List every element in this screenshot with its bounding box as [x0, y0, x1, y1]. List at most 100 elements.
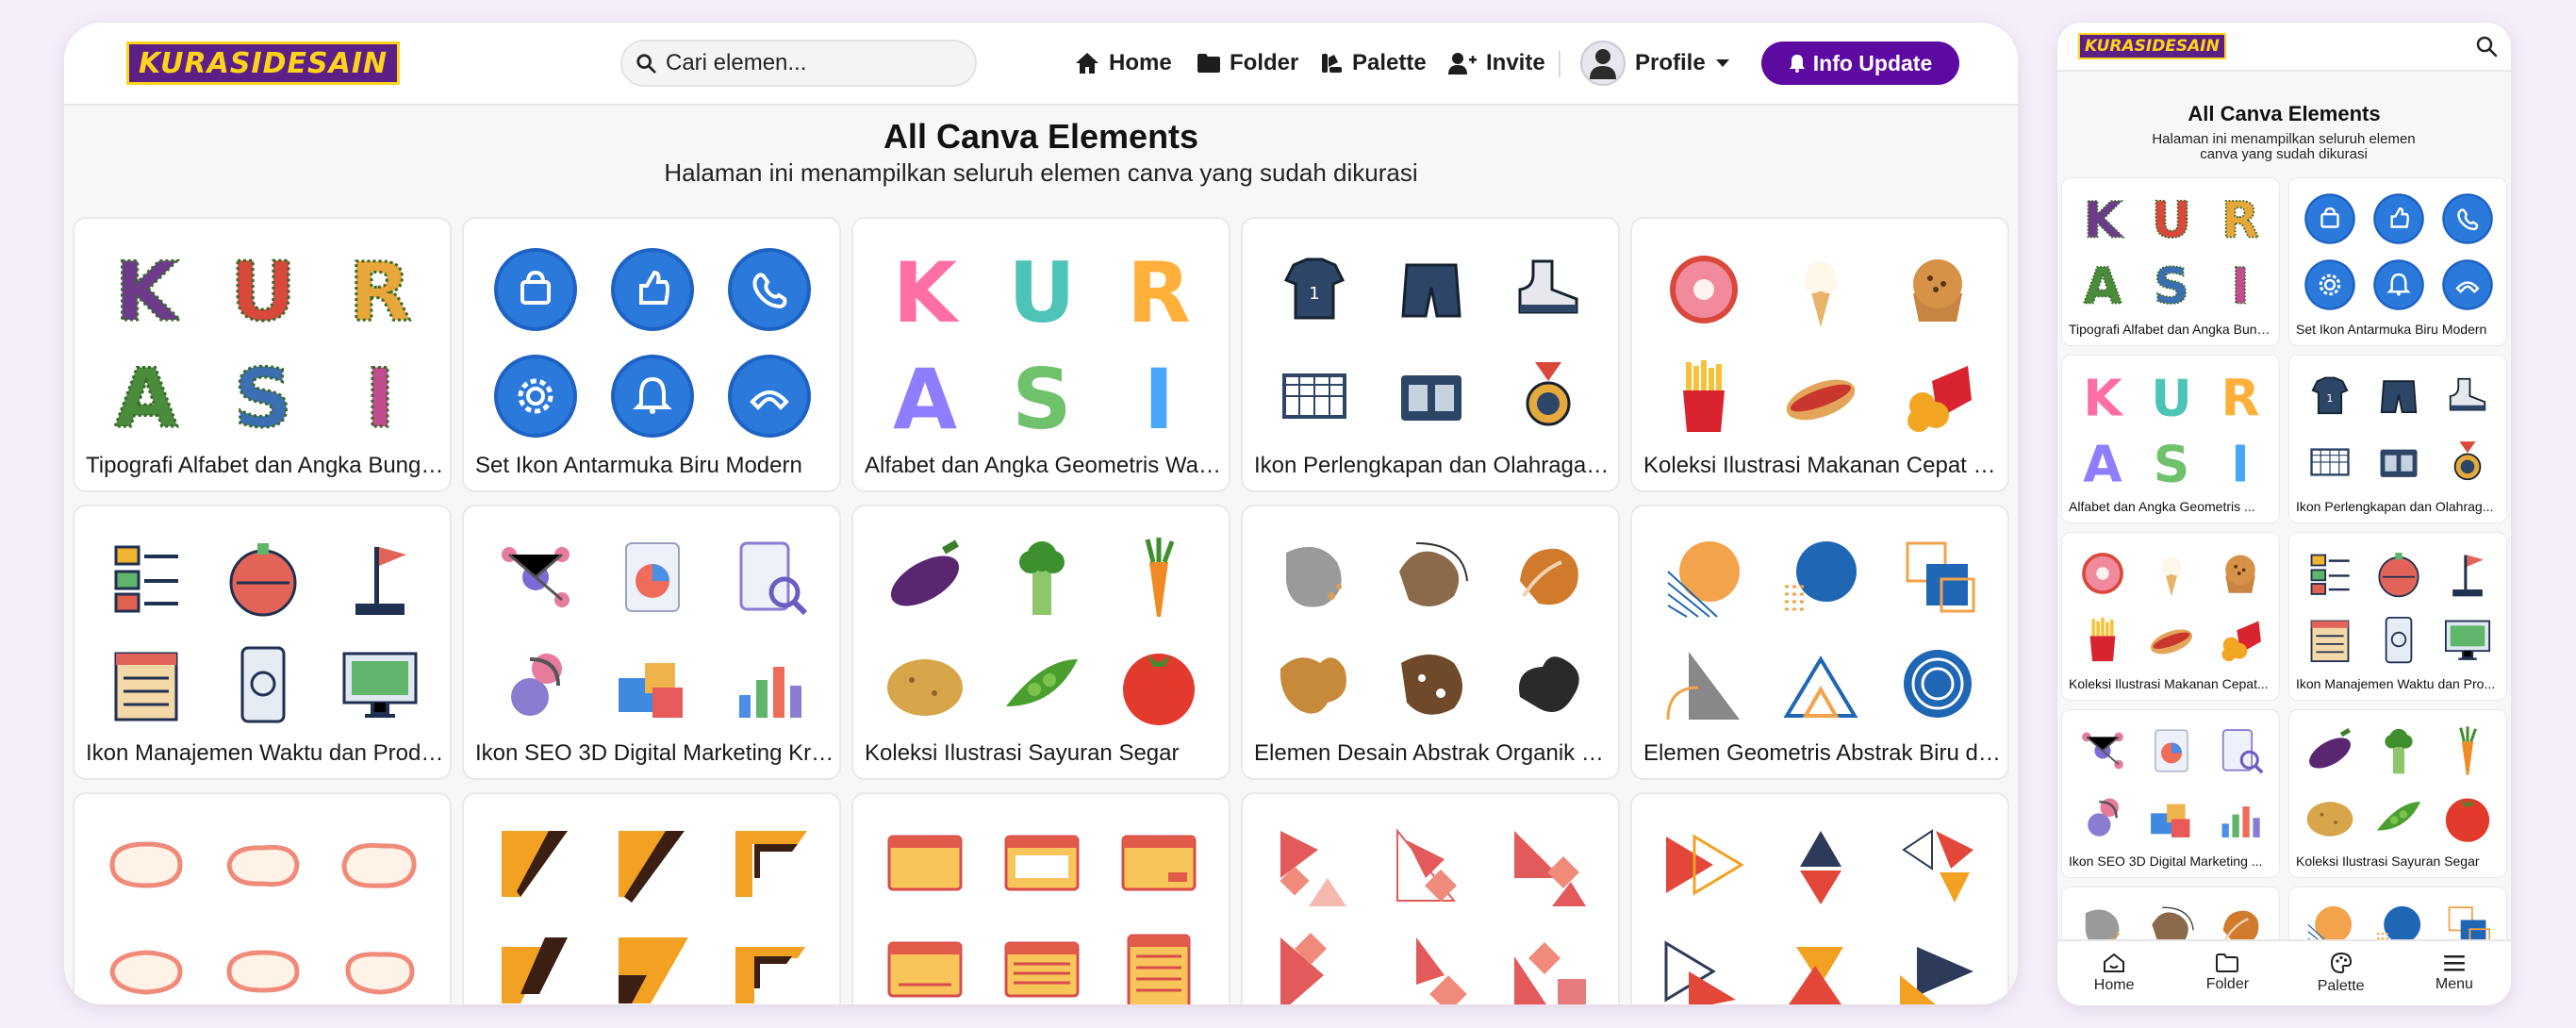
svg-text:R: R	[1127, 246, 1191, 333]
search-bar[interactable]	[620, 40, 977, 87]
nav-palette[interactable]: Palette	[1320, 41, 1427, 85]
element-card[interactable]: Koleksi Ilustrasi Sayuran Segar	[851, 505, 1230, 780]
fastfood-glyph	[1913, 258, 1962, 322]
element-card[interactable]: 1 Ikon Perlengkapan dan Olahrag...	[2288, 355, 2507, 523]
sport-glyph	[2454, 441, 2482, 481]
element-card[interactable]: Ikon Manajemen Waktu dan Pro...	[2288, 532, 2507, 701]
element-card[interactable]: Elemen Geometris Abstrak Biru dan...	[1630, 505, 2009, 780]
veg-glyph	[887, 658, 963, 716]
element-card[interactable]: Ikon SEO 3D Digital Marketing Kreatif	[462, 505, 841, 780]
flower-letter-glyph: I	[2231, 258, 2251, 311]
sport-glyph	[1526, 361, 1571, 425]
seo-glyph	[625, 541, 680, 612]
blue-ui-icon	[2373, 193, 2424, 244]
element-card[interactable]	[462, 792, 841, 1004]
corners-glyph	[735, 830, 807, 897]
chevron-down-icon	[1715, 59, 1729, 67]
card-thumbnail	[2295, 718, 2502, 850]
search-icon[interactable]	[2475, 35, 2498, 58]
card-title: Ikon Perlengkapan dan Olahrag...	[2296, 499, 2494, 514]
svg-text:A: A	[115, 353, 178, 439]
info-update-button[interactable]: Info Update	[1761, 41, 1959, 85]
nav-home[interactable]: Home	[1075, 41, 1172, 85]
palette-icon	[1322, 54, 1342, 73]
seo-glyph	[619, 662, 683, 718]
card-thumbnail	[2295, 540, 2502, 672]
element-card[interactable]: Elemen Desain Abstrak Organik Boho	[1241, 505, 1620, 780]
svg-text:R: R	[349, 246, 411, 333]
element-card[interactable]	[851, 792, 1230, 1004]
bottom-nav-menu-label: Menu	[2435, 976, 2473, 992]
flower-letter-glyph: S	[2153, 258, 2190, 311]
card-thumbnail: KUR ASI	[2068, 363, 2275, 495]
profile-menu[interactable]: Profile	[1580, 41, 1730, 86]
fastfood-glyph	[2150, 629, 2193, 655]
geometric-letter-glyph: A	[2083, 436, 2122, 489]
svg-text:I: I	[2231, 436, 2250, 489]
element-card[interactable]: Ikon SEO 3D Digital Marketing ...	[2061, 709, 2280, 878]
bottom-nav-menu[interactable]: Menu	[2398, 941, 2511, 1005]
windows-glyph	[1004, 835, 1080, 890]
element-card[interactable]: 1 Ikon Perlengkapan dan Olahraga B...	[1241, 217, 1620, 492]
corners-glyph	[619, 937, 688, 1003]
triangles-glyph	[1666, 833, 1744, 896]
geometric-letter-glyph: I	[2231, 436, 2250, 489]
card-title: Koleksi Ilustrasi Makanan Cepat...	[2069, 676, 2269, 691]
flower-letter-glyph: S	[233, 353, 294, 439]
card-thumbnail	[88, 523, 438, 737]
element-card[interactable]: K U R A S I Tipografi Alfabet dan Angka Bunga …	[73, 217, 452, 492]
seo-glyph	[2081, 732, 2123, 770]
geometric-letter-glyph: R	[2221, 370, 2260, 423]
element-grid: K U R A S I Tipografi Alfabet dan Angka Bunga …	[73, 217, 2009, 1004]
element-card[interactable]: K U R A S I Tipografi Alfabet dan Angka Bunga …	[2061, 177, 2280, 346]
element-card[interactable]: Set Ikon Antarmuka Biru Modern	[462, 217, 841, 492]
svg-text:S: S	[234, 353, 292, 439]
element-card[interactable]: Koleksi Ilustrasi Sayuran Segar	[2288, 709, 2507, 878]
veg-glyph	[2446, 798, 2490, 842]
bottom-nav-palette[interactable]: Palette	[2285, 941, 2398, 1005]
windows-glyph	[1127, 934, 1191, 1004]
search-input[interactable]	[666, 50, 949, 76]
sport-glyph	[2450, 377, 2486, 411]
fastfood-glyph	[1670, 255, 1738, 323]
element-card[interactable]: Set Ikon Antarmuka Biru Modern	[2288, 177, 2507, 346]
bottom-nav-home[interactable]: Home	[2057, 941, 2171, 1005]
brand-logo[interactable]: KURASIDESAIN	[126, 41, 401, 85]
time-glyph	[355, 546, 406, 615]
nav-folder[interactable]: Folder	[1197, 41, 1298, 85]
flower-letter-glyph: R	[2221, 192, 2260, 245]
element-card[interactable]: K U R A S I Alfabet dan Angka Geometris ...	[2061, 355, 2280, 523]
fastfood-glyph	[1683, 359, 1725, 432]
geo-abstract-glyph	[1783, 655, 1858, 718]
element-card[interactable]: Koleksi Ilustrasi Makanan Cepat...	[2061, 532, 2280, 701]
geometric-letter-glyph: U	[2151, 370, 2191, 423]
element-card[interactable]: Koleksi Ilustrasi Makanan Cepat Saji	[1630, 217, 2009, 492]
veg-glyph	[890, 539, 960, 605]
pink-shapes-glyph	[1514, 830, 1586, 906]
element-card[interactable]: K U R A S I Alfabet dan Angka Geometris Warn..…	[851, 217, 1230, 492]
time-glyph	[229, 542, 297, 616]
seo-glyph	[2155, 729, 2188, 772]
time-glyph	[114, 652, 178, 721]
element-card[interactable]	[73, 792, 452, 1004]
nav-palette-label: Palette	[1352, 50, 1427, 75]
home-icon	[1076, 53, 1098, 74]
element-card[interactable]	[1241, 792, 1620, 1004]
svg-text:1: 1	[2326, 392, 2333, 405]
mobile-element-grid: K U R A S I Tipografi Alfabet dan Angka Bunga …	[2061, 177, 2507, 1005]
card-title: Ikon SEO 3D Digital Marketing Kreatif	[475, 740, 835, 766]
corners-glyph	[502, 830, 568, 897]
pink-shapes-glyph	[1280, 830, 1346, 906]
triangles-glyph	[1800, 830, 1841, 904]
frames-glyph	[345, 951, 415, 995]
geo-abstract-glyph	[1666, 651, 1740, 720]
mobile-brand-logo[interactable]: KURASIDESAIN	[2078, 33, 2226, 59]
bottom-nav-folder[interactable]: Folder	[2171, 941, 2284, 1005]
blue-ui-icon	[611, 354, 694, 438]
profile-label: Profile	[1635, 50, 1706, 75]
geo-abstract-glyph	[1667, 540, 1740, 618]
element-card[interactable]	[1630, 792, 2009, 1004]
triangles-glyph	[1664, 939, 1736, 1004]
element-card[interactable]: Ikon Manajemen Waktu dan Produk...	[73, 505, 452, 780]
nav-invite[interactable]: Invite	[1448, 41, 1545, 85]
